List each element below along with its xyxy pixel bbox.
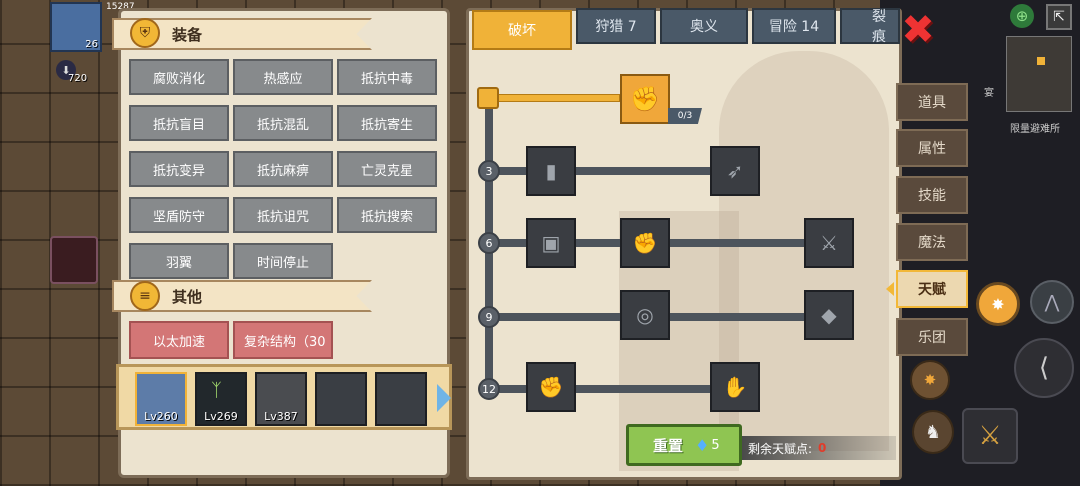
talent-node-sword-splash[interactable]: ⚔ xyxy=(804,218,854,268)
menu-icon[interactable]: ⇱ xyxy=(1046,4,1072,30)
hero-level: Lv387 xyxy=(264,410,298,423)
node-count-badge: 0/3 xyxy=(668,108,702,124)
gem-icon: ♦ xyxy=(695,435,710,455)
bow-icon[interactable]: ⟨ xyxy=(1014,338,1074,398)
reset-cost: 5 xyxy=(711,437,720,453)
side-tab-items[interactable]: 道具 xyxy=(896,83,968,121)
stat-value: 720 xyxy=(68,73,88,84)
active-tab-pointer-icon xyxy=(886,282,894,296)
equip-button-shield-defense[interactable]: 坚盾防守 xyxy=(129,197,229,233)
next-arrow-icon[interactable] xyxy=(437,384,451,412)
minimap-top-text: 宴 xyxy=(984,88,994,99)
hero-slot-1[interactable]: Lv260 xyxy=(135,372,187,426)
node-count: 0/3 xyxy=(677,111,693,121)
remaining-label: 剩余天赋点: xyxy=(748,441,813,456)
tier-marker-9: 9 xyxy=(478,306,500,328)
equip-button-paralysis-resist[interactable]: 抵抗麻痹 xyxy=(233,151,333,187)
equip-button-parasite-resist[interactable]: 抵抗寄生 xyxy=(337,105,437,141)
sword-icon[interactable]: ⚔ xyxy=(962,408,1018,464)
hero-slot-empty-1[interactable] xyxy=(315,372,367,426)
talent-node-bat[interactable]: ◆ xyxy=(804,290,854,340)
coin-icon: ≡ xyxy=(130,281,160,311)
tab-destroy[interactable]: 破坏 xyxy=(472,10,572,50)
hero-slot-3[interactable]: Lv387 xyxy=(255,372,307,426)
equip-button-undead-bane[interactable]: 亡灵克星 xyxy=(337,151,437,187)
hero-level: Lv269 xyxy=(204,410,238,423)
remaining-points: 剩余天赋点: 0 xyxy=(742,436,896,460)
armor-icon: ⛨ xyxy=(130,18,160,48)
horns-icon: ᛉ xyxy=(211,380,222,401)
side-tab-attributes[interactable]: 属性 xyxy=(896,129,968,167)
side-tab-magic[interactable]: 魔法 xyxy=(896,223,968,261)
tab-rift[interactable]: 裂痕 xyxy=(840,8,900,45)
minimap-player-marker xyxy=(1037,57,1045,65)
side-tab-band[interactable]: 乐团 xyxy=(896,318,968,356)
hero-level: Lv260 xyxy=(144,410,178,423)
equip-button-curse-resist[interactable]: 抵抗诅咒 xyxy=(233,197,333,233)
tier-marker-6: 6 xyxy=(478,232,500,254)
equip-button-blind-resist[interactable]: 抵抗盲目 xyxy=(129,105,229,141)
hero-slot-empty-2[interactable] xyxy=(375,372,427,426)
other-button-complex-structure[interactable]: 复杂结构（30 xyxy=(233,321,333,359)
equip-button-time-stop[interactable]: 时间停止 xyxy=(233,243,333,279)
minimap-label: 限量避难所 xyxy=(1010,124,1060,135)
stat-badge: ⬇ 720 xyxy=(56,60,88,84)
equip-button-corrupt-digest[interactable]: 腐败消化 xyxy=(129,59,229,95)
hero-slot-2[interactable]: ᛉ Lv269 xyxy=(195,372,247,426)
side-tab-skills[interactable]: 技能 xyxy=(896,176,968,214)
talent-node-ripple[interactable]: ◎ xyxy=(620,290,670,340)
root-node xyxy=(477,87,499,109)
talent-node-raised-fist[interactable]: ✊ xyxy=(526,362,576,412)
horse-icon[interactable]: ♞ xyxy=(912,410,954,454)
talent-node-arrow[interactable]: ➶ xyxy=(710,146,760,196)
close-icon[interactable]: ✖ xyxy=(900,10,936,50)
hero-selector: Lv260 ᛉ Lv269 Lv387 xyxy=(116,364,452,430)
tier-marker-12: 12 xyxy=(478,378,500,400)
other-button-ether-accel[interactable]: 以太加速 xyxy=(129,321,229,359)
reset-button[interactable]: 重置 ♦ 5 xyxy=(626,424,742,466)
talent-node-gauntlet[interactable]: ✋ xyxy=(710,362,760,412)
network-icon[interactable]: ⊕ xyxy=(1010,4,1034,28)
tab-hunt[interactable]: 狩猎 7 xyxy=(576,8,656,44)
reset-label: 重置 xyxy=(653,436,684,455)
side-tab-talent[interactable]: 天赋 xyxy=(896,270,968,308)
tab-arcane[interactable]: 奥义 xyxy=(660,8,748,44)
equip-button-wings[interactable]: 羽翼 xyxy=(129,243,229,279)
avatar-level: 26 xyxy=(85,39,98,50)
player-avatar[interactable]: 26 xyxy=(50,2,102,52)
equip-button-poison-resist[interactable]: 抵抗中毒 xyxy=(337,59,437,95)
arrows-skill-icon[interactable]: ⋀ xyxy=(1030,280,1074,324)
tier-marker-3: 3 xyxy=(478,160,500,182)
fire-skill-icon[interactable]: ✸ xyxy=(910,360,950,400)
other-section-title: 其他 xyxy=(172,287,203,306)
burst-skill-icon[interactable]: ✸ xyxy=(976,282,1020,326)
top-connector xyxy=(490,94,620,102)
remaining-value: 0 xyxy=(818,441,827,455)
talent-node-shield[interactable]: ▣ xyxy=(526,218,576,268)
equip-button-mutation-resist[interactable]: 抵抗变异 xyxy=(129,151,229,187)
equip-section-title: 装备 xyxy=(172,25,203,44)
chest-icon[interactable] xyxy=(50,236,98,284)
talent-node-fist[interactable]: ✊ xyxy=(620,218,670,268)
talent-node-body[interactable]: ▮ xyxy=(526,146,576,196)
equip-button-heat-sense[interactable]: 热感应 xyxy=(233,59,333,95)
minimap[interactable] xyxy=(1006,36,1072,112)
tab-adventure[interactable]: 冒险 14 xyxy=(752,8,836,44)
equip-button-confusion-resist[interactable]: 抵抗混乱 xyxy=(233,105,333,141)
equip-button-search-resist[interactable]: 抵抗搜索 xyxy=(337,197,437,233)
talent-node-arm-wrestle[interactable]: ✊ xyxy=(620,74,670,124)
